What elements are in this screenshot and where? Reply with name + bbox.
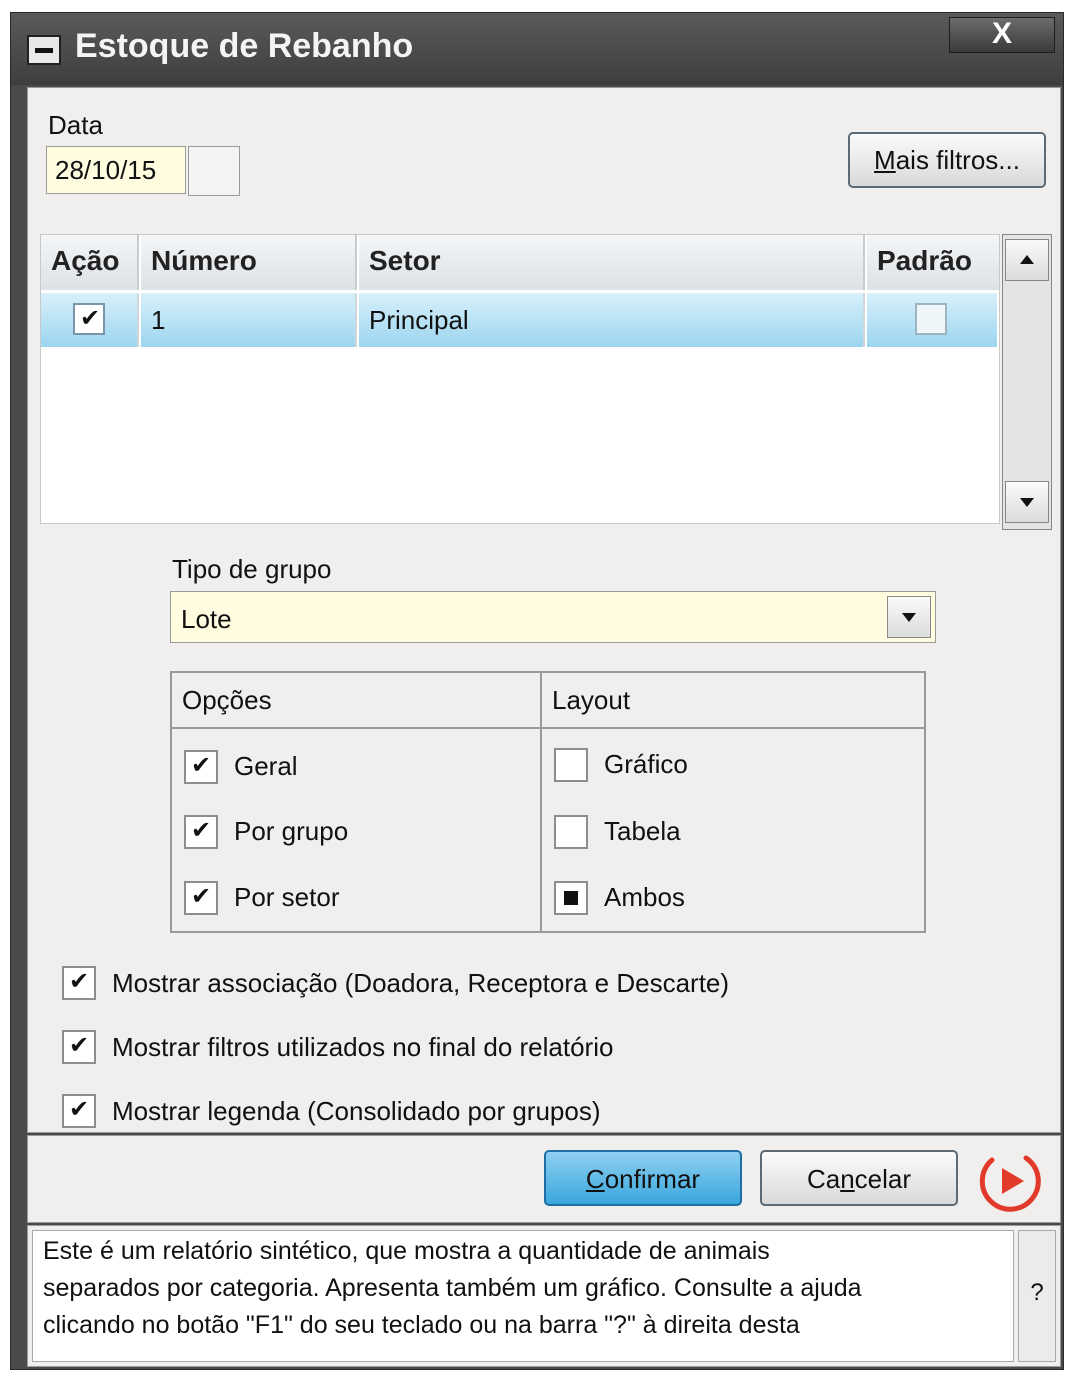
option-geral-checkbox[interactable]: [184, 750, 218, 784]
show-filters-label: Mostrar filtros utilizados no final do r…: [112, 1032, 614, 1062]
row-default-checkbox[interactable]: [915, 303, 947, 335]
option-por-grupo-checkbox[interactable]: [184, 815, 218, 849]
group-type-label: Tipo de grupo: [172, 554, 332, 584]
help-line: Este é um relatório sintético, que mostr…: [43, 1237, 770, 1265]
more-filters-label: ais filtros...: [895, 145, 1020, 175]
window-title: Estoque de Rebanho: [75, 27, 414, 65]
confirm-mnemonic: C: [585, 1164, 605, 1194]
column-header-padrao[interactable]: Padrão: [867, 235, 999, 290]
show-filters-checkbox[interactable]: [62, 1030, 96, 1064]
sector-table: Ação Número Setor Padrão 1 Principal: [40, 234, 1000, 524]
row-action-checkbox[interactable]: [73, 303, 105, 335]
table-scrollbar[interactable]: [1002, 234, 1052, 530]
title-bar: Estoque de Rebanho X: [11, 13, 1063, 85]
more-filters-mnemonic: M: [874, 145, 896, 175]
layout-grafico-radio[interactable]: [554, 748, 588, 782]
close-button[interactable]: X: [949, 17, 1055, 53]
date-field[interactable]: 28/10/15: [46, 146, 186, 194]
show-association-label: Mostrar associação (Doadora, Receptora e…: [112, 968, 730, 998]
play-icon[interactable]: [974, 1148, 1046, 1212]
cell-acao: [41, 293, 139, 347]
layout-ambos-label: Ambos: [604, 882, 685, 912]
show-legend-checkbox[interactable]: [62, 1094, 96, 1128]
option-geral-label: Geral: [234, 751, 298, 781]
help-text: Este é um relatório sintético, que mostr…: [32, 1230, 1014, 1362]
confirm-button[interactable]: Confirmar: [544, 1150, 742, 1206]
arrow-down-icon: [1020, 498, 1034, 507]
column-header-setor[interactable]: Setor: [359, 235, 865, 290]
date-label: Data: [48, 110, 103, 140]
group-type-value: Lote: [181, 604, 232, 634]
layout-grafico-label: Gráfico: [604, 749, 688, 779]
scroll-down-button[interactable]: [1005, 481, 1049, 523]
options-header: Opções: [182, 685, 272, 715]
option-por-setor-checkbox[interactable]: [184, 881, 218, 915]
option-por-setor-label: Por setor: [234, 882, 340, 912]
cancel-label: celar: [854, 1164, 912, 1194]
column-header-numero[interactable]: Número: [141, 235, 357, 290]
help-panel: Este é um relatório sintético, que mostr…: [27, 1225, 1061, 1367]
confirm-label: onfirmar: [604, 1164, 701, 1194]
help-bar-button[interactable]: ?: [1018, 1230, 1056, 1362]
options-layout-panel: Opções Layout Geral Por grupo Por setor …: [170, 671, 926, 933]
report-window: Estoque de Rebanho X Data 28/10/15 Mais …: [10, 12, 1064, 1370]
cell-padrao: [867, 293, 997, 347]
window-menu-button[interactable]: [27, 35, 61, 65]
cancel-mnemonic: n: [840, 1164, 855, 1194]
divider: [540, 673, 542, 931]
more-filters-button[interactable]: Mais filtros...: [848, 132, 1046, 188]
layout-header: Layout: [552, 685, 631, 715]
column-header-acao[interactable]: Ação: [41, 235, 139, 290]
cancel-label-start: Ca: [806, 1164, 841, 1194]
show-association-checkbox[interactable]: [62, 966, 96, 1000]
layout-ambos-radio[interactable]: [554, 881, 588, 915]
cancel-button[interactable]: Cancelar: [760, 1150, 958, 1206]
help-line: clicando no botão "F1" do seu teclado ou…: [43, 1311, 800, 1339]
button-bar: Confirmar Cancelar: [27, 1135, 1061, 1223]
dialog-body: Data 28/10/15 Mais filtros... Ação Númer…: [27, 87, 1061, 1133]
help-line: separados por categoria. Apresenta també…: [43, 1274, 862, 1302]
cell-numero: 1: [141, 293, 357, 347]
option-por-grupo-label: Por grupo: [234, 816, 349, 846]
layout-tabela-radio[interactable]: [554, 815, 588, 849]
chevron-down-icon: [902, 613, 916, 622]
scroll-up-button[interactable]: [1005, 239, 1049, 281]
divider: [172, 727, 924, 729]
date-picker-button[interactable]: [188, 146, 240, 196]
layout-tabela-label: Tabela: [604, 816, 681, 846]
dropdown-button[interactable]: [887, 596, 931, 638]
arrow-up-icon: [1020, 255, 1034, 264]
group-type-select[interactable]: Lote: [170, 591, 936, 643]
show-legend-label: Mostrar legenda (Consolidado por grupos): [112, 1096, 601, 1126]
cell-setor: Principal: [359, 293, 865, 347]
